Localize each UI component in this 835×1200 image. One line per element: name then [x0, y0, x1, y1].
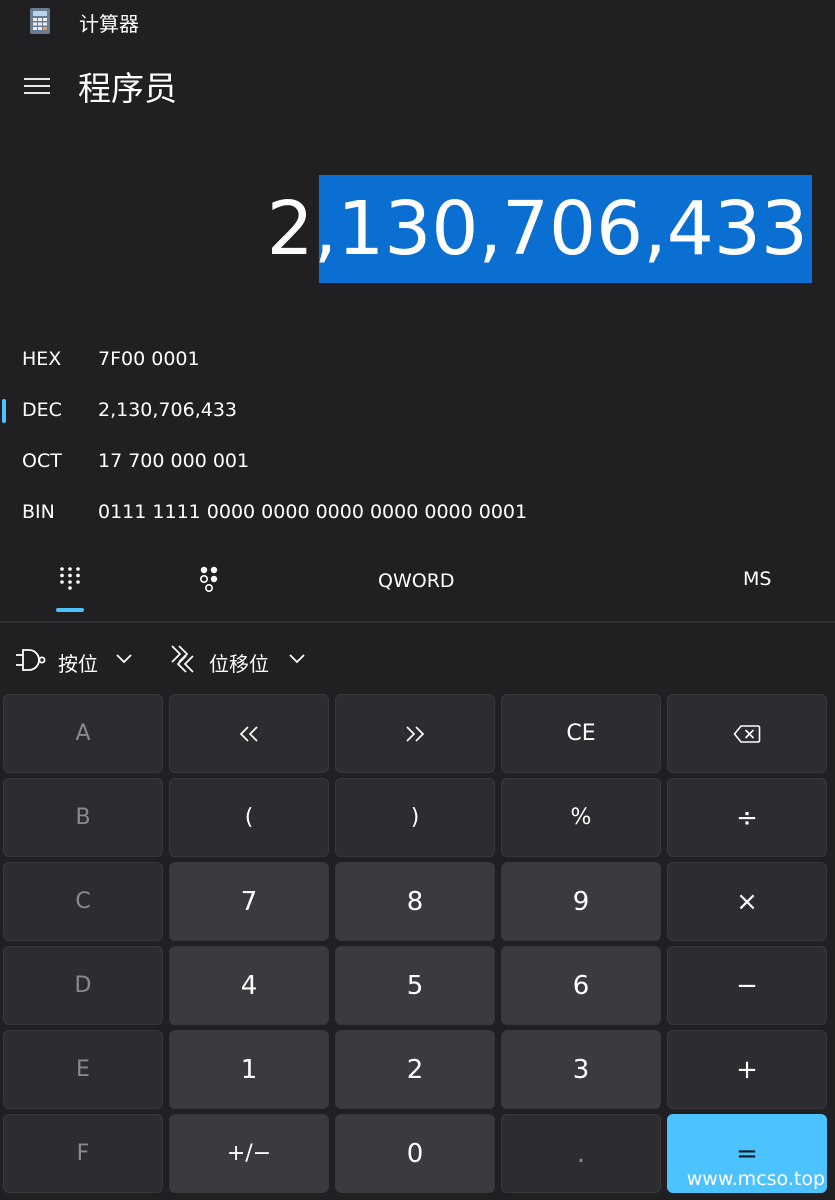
negate-button[interactable]: +/−: [169, 1114, 329, 1193]
base-name: BIN: [22, 501, 55, 523]
left-shift-button[interactable]: [169, 694, 329, 773]
active-tab-underline: [56, 608, 84, 612]
hex-b-button[interactable]: B: [3, 778, 163, 857]
active-base-indicator: [2, 399, 6, 423]
bitshift-label: 位移位: [209, 652, 269, 676]
hex-c-button[interactable]: C: [3, 862, 163, 941]
memory-store-button[interactable]: MS: [728, 548, 798, 612]
mode-title: 程序员: [78, 69, 177, 108]
base-value: 2,130,706,433: [98, 399, 238, 421]
base-row-oct[interactable]: OCT 17 700 000 001: [0, 442, 835, 482]
result-display[interactable]: 2,130,706,433: [267, 175, 812, 283]
digit-9-button[interactable]: 9: [501, 862, 661, 941]
bitwise-toolbar: 按位 位移位: [0, 636, 835, 684]
digit-7-button[interactable]: 7: [169, 862, 329, 941]
close-paren-button[interactable]: ): [335, 778, 495, 857]
base-value: 7F00 0001: [98, 348, 200, 370]
multiply-button[interactable]: ×: [667, 862, 827, 941]
title-bar: 计算器: [0, 0, 835, 44]
bitshift-dropdown[interactable]: 位移位: [165, 636, 315, 684]
digit-3-button[interactable]: 3: [501, 1030, 661, 1109]
backspace-icon: [733, 724, 761, 743]
base-value: 17 700 000 001: [98, 450, 250, 472]
bitwise-label: 按位: [58, 652, 98, 676]
double-chevron-right-icon: [406, 725, 425, 742]
logic-gate-icon: [16, 648, 46, 672]
chevron-down-icon: [116, 654, 132, 664]
double-chevron-left-icon: [239, 725, 258, 742]
digit-0-button[interactable]: 0: [335, 1114, 495, 1193]
keypad-tab-bar: QWORD MS: [0, 548, 835, 620]
tab-full-keypad[interactable]: [40, 548, 100, 612]
word-size-label: QWORD: [378, 570, 455, 592]
memory-store-label: MS: [743, 568, 772, 590]
digit-2-button[interactable]: 2: [335, 1030, 495, 1109]
decimal-button[interactable]: .: [501, 1114, 661, 1193]
base-row-hex[interactable]: HEX 7F00 0001: [0, 340, 835, 380]
bit-toggle-icon: [199, 566, 221, 592]
hex-a-button[interactable]: A: [3, 694, 163, 773]
divider: [0, 621, 835, 623]
hamburger-menu-icon[interactable]: [24, 74, 50, 98]
digit-5-button[interactable]: 5: [335, 946, 495, 1025]
digit-1-button[interactable]: 1: [169, 1030, 329, 1109]
base-row-dec[interactable]: DEC 2,130,706,433: [0, 391, 835, 431]
base-name: HEX: [22, 348, 62, 370]
tab-bit-toggle[interactable]: [190, 548, 230, 612]
right-shift-button[interactable]: [335, 694, 495, 773]
base-value: 0111 1111 0000 0000 0000 0000 0000 0001: [98, 501, 528, 523]
hex-f-button[interactable]: F: [3, 1114, 163, 1193]
keypad-grid-icon: [59, 566, 81, 590]
digit-8-button[interactable]: 8: [335, 862, 495, 941]
plus-button[interactable]: +: [667, 1030, 827, 1109]
calculator-icon: [30, 8, 50, 34]
hex-d-button[interactable]: D: [3, 946, 163, 1025]
watermark: www.mcso.top: [686, 1168, 825, 1190]
base-name: DEC: [22, 399, 62, 421]
digit-6-button[interactable]: 6: [501, 946, 661, 1025]
word-size-button[interactable]: QWORD: [360, 548, 480, 612]
open-paren-button[interactable]: (: [169, 778, 329, 857]
backspace-button[interactable]: [667, 694, 827, 773]
minus-button[interactable]: −: [667, 946, 827, 1025]
bit-shift-icon: [169, 644, 195, 674]
divide-button[interactable]: ÷: [667, 778, 827, 857]
window-title: 计算器: [79, 12, 139, 36]
percent-button[interactable]: %: [501, 778, 661, 857]
hex-e-button[interactable]: E: [3, 1030, 163, 1109]
chevron-down-icon: [289, 654, 305, 664]
clear-entry-button[interactable]: CE: [501, 694, 661, 773]
bitwise-dropdown[interactable]: 按位: [10, 636, 140, 684]
base-row-bin[interactable]: BIN 0111 1111 0000 0000 0000 0000 0000 0…: [0, 493, 835, 533]
base-name: OCT: [22, 450, 62, 472]
digit-4-button[interactable]: 4: [169, 946, 329, 1025]
result-value[interactable]: 2,130,706,433: [267, 175, 812, 283]
